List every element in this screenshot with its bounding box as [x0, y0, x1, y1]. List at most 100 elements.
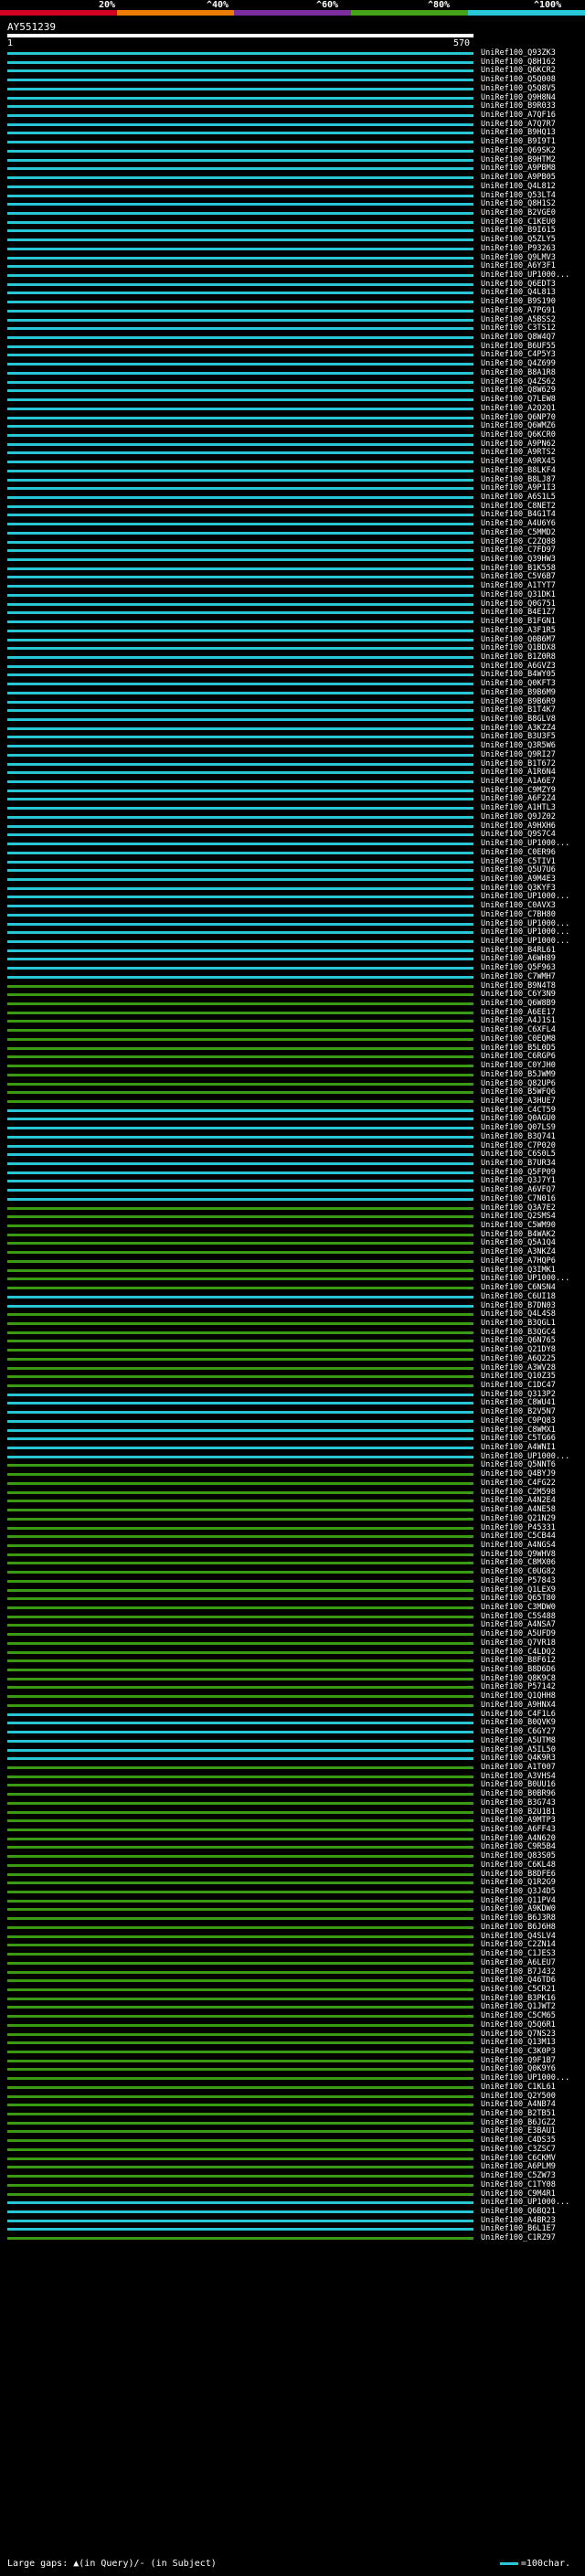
hit-bar[interactable] — [7, 558, 473, 562]
hit-label[interactable]: UniRef100_B2V5N7 — [481, 1407, 556, 1416]
hit-label[interactable]: UniRef100_Q6BQ21 — [481, 2207, 556, 2216]
hit-label[interactable]: UniRef100_A9HXH6 — [481, 822, 556, 831]
hit-label[interactable]: UniRef100_Q4ZS62 — [481, 377, 556, 387]
hit-row[interactable]: UniRef100_C5MMD2 — [0, 528, 585, 537]
hit-row[interactable]: UniRef100_B4WAK2 — [0, 1230, 585, 1239]
hit-bar[interactable] — [7, 2051, 473, 2053]
hit-label[interactable]: UniRef100_A4NGS4 — [481, 1541, 556, 1550]
hit-bar[interactable] — [7, 869, 473, 873]
hit-label[interactable]: UniRef100_A4WNI1 — [481, 1443, 556, 1452]
hit-label[interactable]: UniRef100_Q5FP09 — [481, 1168, 556, 1177]
hit-label[interactable]: UniRef100_P57142 — [481, 1682, 556, 1691]
hit-row[interactable]: UniRef100_Q8W4Q7 — [0, 333, 585, 342]
hit-row[interactable]: UniRef100_UP1000... — [0, 1452, 585, 1461]
hit-label[interactable]: UniRef100_B1FGN1 — [481, 617, 556, 626]
hit-label[interactable]: UniRef100_B9I9T1 — [481, 137, 556, 146]
hit-label[interactable]: UniRef100_Q9RI27 — [481, 750, 556, 759]
hit-bar[interactable] — [7, 1428, 473, 1432]
hit-row[interactable]: UniRef100_Q4Z699 — [0, 359, 585, 368]
hit-label[interactable]: UniRef100_C7N016 — [481, 1194, 556, 1203]
hit-bar[interactable] — [7, 1979, 473, 1983]
hit-bar[interactable] — [7, 69, 473, 73]
hit-label[interactable]: UniRef100_Q46TD6 — [481, 1976, 556, 1985]
hit-row[interactable]: UniRef100_Q7LEW8 — [0, 395, 585, 404]
hit-row[interactable]: UniRef100_Q21N29 — [0, 1514, 585, 1523]
hit-row[interactable]: UniRef100_B9HQ13 — [0, 128, 585, 137]
hit-row[interactable]: UniRef100_C1RZ97 — [0, 2233, 585, 2242]
hit-row[interactable]: UniRef100_Q8H162 — [0, 58, 585, 67]
hit-bar[interactable] — [7, 2015, 473, 2019]
hit-bar[interactable] — [7, 2201, 473, 2205]
hit-row[interactable]: UniRef100_A4N2E4 — [0, 1496, 585, 1505]
hit-row[interactable]: UniRef100_Q5U7U6 — [0, 865, 585, 875]
hit-bar[interactable] — [7, 1330, 473, 1334]
hit-label[interactable]: UniRef100_B6L1E7 — [481, 2224, 556, 2233]
hit-row[interactable]: UniRef100_Q5A1Q4 — [0, 1238, 585, 1247]
hit-row[interactable]: UniRef100_Q5Q8V5 — [0, 84, 585, 93]
hit-row[interactable]: UniRef100_C0ER96 — [0, 848, 585, 857]
hit-bar[interactable] — [7, 1321, 473, 1325]
hit-label[interactable]: UniRef100_A1R6N4 — [481, 768, 556, 777]
hit-label[interactable]: UniRef100_C3K0P3 — [481, 2047, 556, 2056]
hit-row[interactable]: UniRef100_Q1JWT2 — [0, 2002, 585, 2011]
hit-label[interactable]: UniRef100_C5CR21 — [481, 1985, 556, 1994]
hit-label[interactable]: UniRef100_B7UR34 — [481, 1159, 556, 1168]
hit-row[interactable]: UniRef100_Q2SMS4 — [0, 1212, 585, 1221]
hit-row[interactable]: UniRef100_B5JWM9 — [0, 1070, 585, 1079]
hit-bar[interactable] — [7, 389, 473, 393]
hit-bar[interactable] — [7, 531, 473, 535]
hit-label[interactable]: UniRef100_C1KEU0 — [481, 217, 556, 227]
hit-label[interactable]: UniRef100_Q5Q8V5 — [481, 84, 556, 93]
hit-bar[interactable] — [7, 1108, 473, 1112]
hit-label[interactable]: UniRef100_B9R033 — [481, 101, 556, 111]
hit-row[interactable]: UniRef100_UP1000... — [0, 928, 585, 937]
hit-label[interactable]: UniRef100_Q07LS9 — [481, 1123, 556, 1132]
hit-row[interactable]: UniRef100_A6PLM9 — [0, 2162, 585, 2171]
hit-row[interactable]: UniRef100_A6S1L5 — [0, 493, 585, 502]
hit-bar[interactable] — [7, 851, 473, 854]
hit-label[interactable]: UniRef100_A1A6E7 — [481, 777, 556, 786]
hit-bar[interactable] — [7, 2147, 473, 2151]
hit-row[interactable]: UniRef100_C7WMH7 — [0, 972, 585, 981]
hit-row[interactable]: UniRef100_C0UG82 — [0, 1567, 585, 1576]
hit-row[interactable]: UniRef100_C0EQM8 — [0, 1034, 585, 1044]
hit-label[interactable]: UniRef100_A9PB05 — [481, 173, 556, 182]
hit-row[interactable]: UniRef100_Q0K9Y6 — [0, 2064, 585, 2073]
hit-bar[interactable] — [7, 896, 473, 899]
hit-row[interactable]: UniRef100_C4P5Y3 — [0, 350, 585, 359]
hit-row[interactable]: UniRef100_Q9RI27 — [0, 750, 585, 759]
hit-bar[interactable] — [7, 1375, 473, 1379]
hit-row[interactable]: UniRef100_A3WV28 — [0, 1363, 585, 1373]
hit-row[interactable]: UniRef100_Q0B6M7 — [0, 635, 585, 644]
hit-label[interactable]: UniRef100_Q1JWT2 — [481, 2002, 556, 2011]
hit-row[interactable]: UniRef100_A1HTL3 — [0, 803, 585, 812]
hit-bar[interactable] — [7, 1153, 473, 1157]
hit-label[interactable]: UniRef100_A3WV28 — [481, 1363, 556, 1373]
hit-label[interactable]: UniRef100_Q0G751 — [481, 599, 556, 609]
hit-bar[interactable] — [7, 105, 473, 109]
hit-label[interactable]: UniRef100_A6GVZ3 — [481, 662, 556, 671]
hit-label[interactable]: UniRef100_Q53LT4 — [481, 191, 556, 200]
hit-label[interactable]: UniRef100_C4DS35 — [481, 2136, 556, 2145]
hit-label[interactable]: UniRef100_A9PBM8 — [481, 164, 556, 173]
hit-label[interactable]: UniRef100_Q7NS23 — [481, 2030, 556, 2039]
hit-bar[interactable] — [7, 407, 473, 410]
hit-bar[interactable] — [7, 2077, 473, 2081]
hit-row[interactable]: UniRef100_Q5FP09 — [0, 1168, 585, 1177]
hit-bar[interactable] — [7, 611, 473, 615]
hit-row[interactable]: UniRef100_Q313P2 — [0, 1390, 585, 1399]
hit-row[interactable]: UniRef100_B2U1B1 — [0, 1807, 585, 1817]
hit-row[interactable]: UniRef100_B3QGC4 — [0, 1328, 585, 1337]
hit-row[interactable]: UniRef100_B9S190 — [0, 297, 585, 306]
hit-label[interactable]: UniRef100_B9HTM2 — [481, 155, 556, 164]
hit-bar[interactable] — [7, 292, 473, 295]
hit-label[interactable]: UniRef100_A3VHS4 — [481, 1772, 556, 1781]
hit-row[interactable]: UniRef100_C1KEU0 — [0, 217, 585, 227]
hit-bar[interactable] — [7, 1419, 473, 1423]
hit-row[interactable]: UniRef100_Q9S7C4 — [0, 830, 585, 839]
hit-bar[interactable] — [7, 647, 473, 651]
hit-label[interactable]: UniRef100_C8WU41 — [481, 1398, 556, 1407]
hit-label[interactable]: UniRef100_C9R5B4 — [481, 1842, 556, 1851]
hit-bar[interactable] — [7, 1029, 473, 1033]
hit-bar[interactable] — [7, 1037, 473, 1041]
